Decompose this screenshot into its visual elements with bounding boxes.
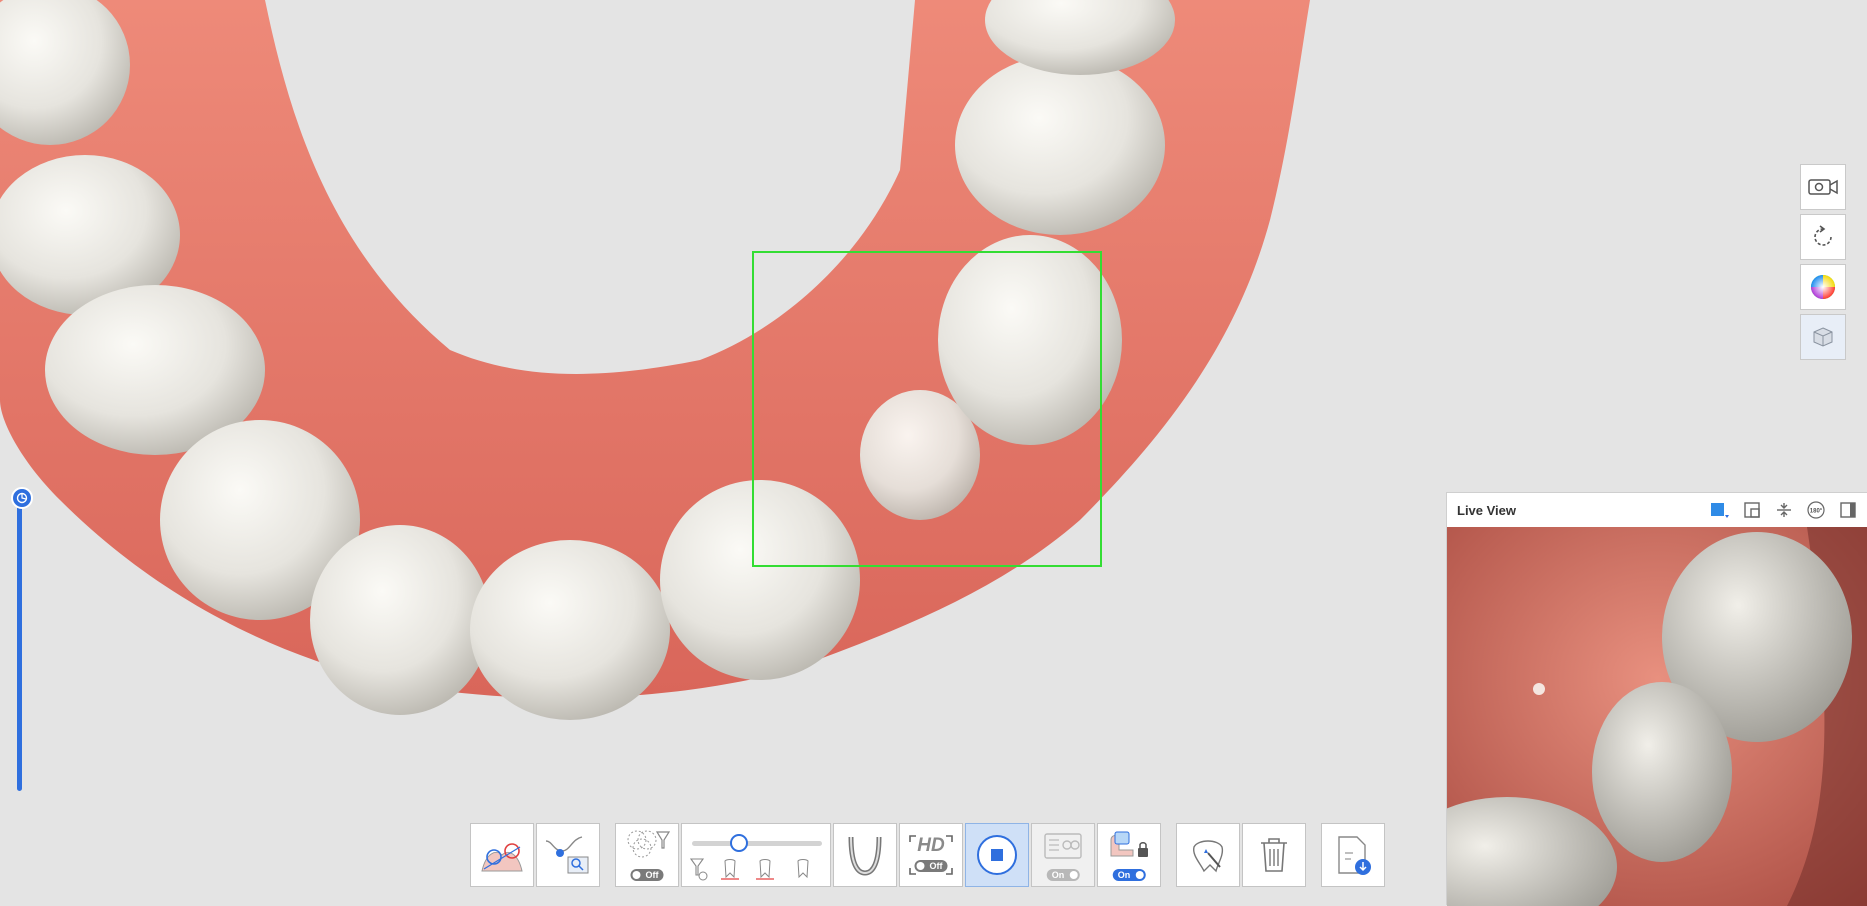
filter-toggle-button[interactable]: Off — [615, 823, 679, 887]
dock-panel-icon — [1840, 502, 1856, 518]
rotate-label: 180° — [1810, 509, 1823, 515]
filter-slider-handle[interactable] — [730, 834, 748, 852]
scan-depth-slider[interactable] — [11, 487, 33, 805]
live-camera-image — [1447, 527, 1867, 906]
filter-level-slider[interactable] — [692, 834, 822, 854]
stop-scan-button[interactable] — [965, 823, 1029, 887]
texture-mode-button[interactable] — [1800, 314, 1846, 360]
tooth — [470, 540, 670, 720]
reset-view-button[interactable] — [1800, 214, 1846, 260]
save-scan-button[interactable] — [1321, 823, 1385, 887]
tooth-lock-icon — [1110, 831, 1148, 857]
ai-scan-button[interactable]: On — [1031, 823, 1095, 887]
rotate-reset-icon — [1814, 225, 1832, 246]
delete-button[interactable] — [1242, 823, 1306, 887]
video-camera-icon — [1808, 179, 1838, 195]
rotate-180-icon: 180° — [1807, 501, 1825, 519]
live-view-layout-button[interactable] — [1741, 499, 1763, 521]
scan-inspect-button[interactable] — [536, 823, 600, 887]
tooth — [938, 235, 1122, 445]
tooth-margin-icon — [481, 843, 523, 872]
document-download-icon — [1338, 836, 1371, 875]
ai-scan-icon — [1044, 833, 1082, 859]
slider-handle[interactable] — [11, 487, 33, 509]
dental-arch-icon — [848, 836, 882, 876]
flip-vertical-icon — [1777, 503, 1791, 517]
lock-toggle-state: On — [1112, 869, 1146, 881]
ai-toggle-state: On — [1046, 869, 1080, 881]
filter-circles-icon — [627, 830, 671, 858]
tooth-select-button[interactable] — [1176, 823, 1240, 887]
trash-icon — [1261, 838, 1287, 872]
live-view-title: Live View — [1457, 502, 1517, 518]
view-tools — [1800, 164, 1848, 364]
live-view-color-button[interactable] — [1709, 499, 1731, 521]
hd-toggle-state: Off — [914, 860, 948, 872]
tooth — [955, 55, 1165, 235]
slider-track — [17, 501, 22, 791]
margin-tool-button[interactable] — [470, 823, 534, 887]
scan-lock-button[interactable]: On — [1097, 823, 1161, 887]
aperture-icon — [16, 492, 28, 504]
tooth — [660, 480, 860, 680]
hd-mode-button[interactable]: HD Off — [899, 823, 963, 887]
filter-level-icons — [689, 858, 809, 881]
filter-level-control[interactable] — [681, 823, 831, 887]
arch-type-button[interactable] — [833, 823, 897, 887]
tooth — [310, 525, 490, 715]
filter-toggle-state: Off — [630, 869, 664, 881]
color-wheel-icon — [1811, 275, 1835, 299]
cube-icon — [1813, 327, 1833, 347]
filter-slider-track — [692, 841, 822, 846]
scan-inspect-icon — [545, 836, 589, 874]
layout-icon — [1744, 502, 1760, 518]
live-view-rotate-button[interactable]: 180° — [1805, 499, 1827, 521]
stop-icon — [977, 835, 1017, 875]
live-camera-feed — [1447, 527, 1867, 906]
color-square-icon — [1711, 503, 1729, 518]
color-mode-button[interactable] — [1800, 264, 1846, 310]
record-video-button[interactable] — [1800, 164, 1846, 210]
live-view-header: Live View 180° — [1447, 493, 1867, 527]
live-view-flip-button[interactable] — [1773, 499, 1795, 521]
hd-label: HD — [917, 835, 945, 856]
tooth-magic-wand-icon — [1192, 840, 1224, 873]
live-view-dock-button[interactable] — [1837, 499, 1859, 521]
live-view-panel: Live View 180° — [1446, 492, 1867, 906]
